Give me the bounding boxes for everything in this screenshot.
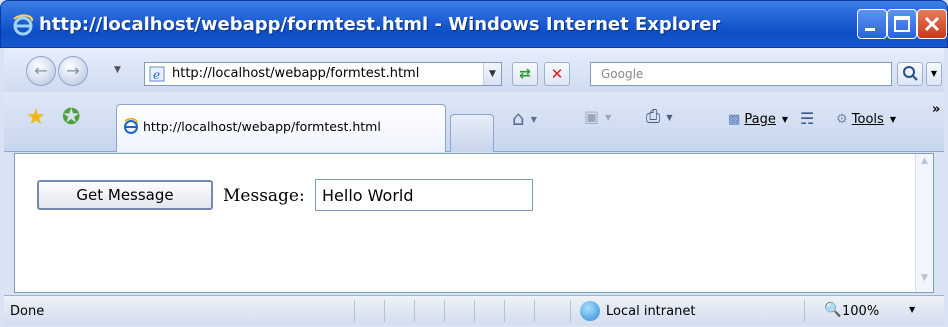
print-button[interactable]: ⎙ ▼	[646, 106, 673, 127]
intranet-zone-icon	[580, 301, 600, 321]
status-divider	[414, 300, 415, 322]
add-favorite-icon[interactable]: ✪	[62, 105, 80, 130]
more-commands-button[interactable]: »	[932, 102, 940, 117]
close-button[interactable]	[917, 9, 947, 39]
chevron-down-icon: ▼	[489, 69, 496, 79]
page-icon	[124, 118, 138, 134]
minimize-icon	[865, 28, 875, 31]
chevron-down-icon: ▼	[930, 69, 938, 78]
maximize-icon	[894, 16, 910, 32]
status-divider	[534, 300, 535, 322]
forward-arrow-icon: →	[66, 61, 80, 80]
favorites-star-icon[interactable]: ★	[26, 105, 46, 130]
message-label: Message:	[223, 186, 305, 206]
recent-pages-dropdown[interactable]: ▼	[114, 65, 121, 75]
status-bar: Done Local intranet 🔍 100% ▼	[4, 295, 944, 325]
feeds-icon: ▣	[584, 107, 600, 126]
address-dropdown[interactable]: ▼	[483, 63, 501, 85]
tools-menu[interactable]: ⚙ Tools ▼	[836, 112, 896, 127]
zoom-dropdown[interactable]: ▼	[909, 305, 915, 314]
refresh-icon: ⇄	[519, 66, 531, 82]
tab-bar: ★ ✪ http://localhost/webapp/formtest.htm…	[4, 92, 944, 152]
page-menu-label: Page	[744, 112, 776, 127]
stop-button[interactable]: ✕	[544, 62, 570, 86]
print-icon: ⎙	[646, 106, 661, 127]
svg-text:e: e	[153, 68, 160, 82]
status-divider	[804, 300, 805, 322]
tab-label: http://localhost/webapp/formtest.html	[143, 119, 381, 134]
new-tab-button[interactable]	[450, 114, 494, 152]
zoom-icon: 🔍	[824, 302, 842, 318]
status-divider	[570, 300, 571, 322]
close-icon	[924, 16, 940, 32]
safety-icon: ☴	[800, 109, 815, 128]
vertical-scrollbar[interactable]: ▲ ▼	[915, 154, 933, 292]
safety-button[interactable]: ☴	[800, 109, 814, 128]
search-placeholder: Google	[601, 67, 644, 81]
search-options-dropdown[interactable]: ▼	[926, 62, 942, 86]
message-field[interactable]	[315, 179, 533, 211]
home-button[interactable]: ⌂ ▼	[512, 106, 537, 130]
back-arrow-icon: ←	[34, 61, 48, 80]
gear-icon: ⚙	[836, 112, 852, 127]
maximize-button[interactable]	[887, 9, 917, 39]
refresh-button[interactable]: ⇄	[512, 62, 538, 86]
zoom-level[interactable]: 100%	[842, 304, 879, 319]
status-divider	[474, 300, 475, 322]
scroll-up-icon[interactable]: ▲	[917, 156, 932, 173]
minimize-button[interactable]	[857, 9, 887, 39]
search-input[interactable]: Google	[590, 62, 892, 86]
status-divider	[384, 300, 385, 322]
feeds-button[interactable]: ▣ ▼	[584, 107, 611, 126]
status-divider	[354, 300, 355, 322]
page-menu-icon: ▩	[728, 112, 745, 127]
navigation-bar: ← → ▼ e http://localhost/webapp/formtest…	[4, 48, 944, 92]
ie-logo-icon	[13, 14, 33, 36]
stop-icon: ✕	[550, 65, 564, 83]
page-icon: e	[149, 66, 165, 82]
address-bar[interactable]: e http://localhost/webapp/formtest.html …	[144, 62, 502, 86]
security-zone[interactable]: Local intranet	[606, 304, 695, 319]
get-message-button[interactable]: Get Message	[37, 180, 213, 210]
title-bar[interactable]: http://localhost/webapp/formtest.html - …	[0, 0, 948, 48]
window-title: http://localhost/webapp/formtest.html - …	[39, 14, 721, 35]
search-button[interactable]	[897, 62, 923, 86]
forward-button[interactable]: →	[58, 56, 88, 86]
tab-current[interactable]: http://localhost/webapp/formtest.html	[116, 104, 446, 152]
back-button[interactable]: ←	[26, 56, 56, 86]
page-content: Get Message Message: ▲ ▼	[14, 153, 934, 293]
status-divider	[444, 300, 445, 322]
scroll-down-icon[interactable]: ▼	[917, 273, 932, 290]
tools-menu-label: Tools	[851, 112, 884, 127]
address-url[interactable]: http://localhost/webapp/formtest.html	[172, 66, 419, 81]
status-text: Done	[10, 304, 45, 319]
status-divider	[504, 300, 505, 322]
page-menu[interactable]: ▩ Page ▼	[728, 112, 788, 127]
search-icon	[903, 66, 918, 81]
home-icon: ⌂	[512, 106, 525, 130]
